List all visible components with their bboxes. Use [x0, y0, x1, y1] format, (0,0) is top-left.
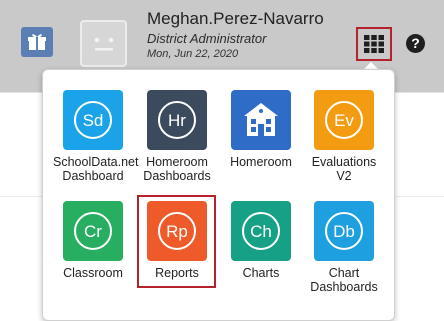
app-label-line1: Homeroom [230, 155, 292, 169]
grid-icon [364, 35, 384, 53]
app-icon: Ev [314, 90, 374, 150]
app-tile-classroom[interactable]: Cr Classroom [53, 201, 133, 280]
apps-menu-button[interactable] [356, 27, 392, 61]
app-label-line1: SchoolData.net [53, 155, 139, 169]
app-label-line2: V2 [336, 169, 352, 183]
app-icon: Rp [147, 201, 207, 261]
app-label: Homeroom Dashboards [137, 155, 217, 183]
current-date: Mon, Jun 22, 2020 [147, 48, 239, 60]
app-tile-evaluations-v2[interactable]: Ev Evaluations V2 [304, 90, 384, 183]
app-icon: Sd [63, 90, 123, 150]
app-label: Charts [221, 266, 301, 280]
user-name: Meghan.Perez-Navarro [147, 9, 324, 28]
user-role: District Administrator [147, 31, 267, 46]
app-label-line1: Homeroom [146, 155, 208, 169]
app-label-line1: Classroom [63, 266, 123, 280]
avatar-face-icon [94, 37, 113, 50]
app-tile-charts[interactable]: Ch Charts [221, 201, 301, 280]
gift-button[interactable] [21, 27, 53, 57]
ch-circle-icon: Ch [242, 212, 280, 250]
school-building-icon [244, 103, 278, 136]
app-label-line1: Charts [242, 266, 280, 280]
rp-circle-icon: Rp [158, 212, 196, 250]
app-label-line1: Reports [155, 266, 199, 280]
cr-circle-icon: Cr [74, 212, 112, 250]
app-label: Homeroom [221, 155, 301, 169]
app-label-line2: Dashboards [143, 169, 211, 183]
app-icon: Hr [147, 90, 207, 150]
app-label: Reports [137, 266, 217, 280]
app-tile-homeroom-dashboards[interactable]: Hr Homeroom Dashboards [137, 90, 217, 183]
app-icon: Cr [63, 201, 123, 261]
app-label: Chart Dashboards [304, 266, 384, 294]
app-label-line1: Chart [328, 266, 360, 280]
ev-circle-icon: Ev [325, 101, 363, 139]
app-label: Evaluations V2 [304, 155, 384, 183]
app-tile-schooldata-dashboard[interactable]: Sd SchoolData.net Dashboard [53, 90, 139, 183]
app-icon [231, 90, 291, 150]
app-tile-homeroom[interactable]: Homeroom [221, 90, 301, 169]
app-label: SchoolData.net Dashboard [53, 155, 139, 183]
help-button[interactable]: ? [406, 34, 425, 53]
app-tile-chart-dashboards[interactable]: Db Chart Dashboards [304, 201, 384, 294]
sd-circle-icon: Sd [74, 101, 112, 139]
app-label-line2: Dashboard [62, 169, 124, 183]
gift-icon [28, 34, 46, 50]
db-circle-icon: Db [325, 212, 363, 250]
app-icon: Ch [231, 201, 291, 261]
app-label-line1: Evaluations [311, 155, 377, 169]
app-label: Classroom [53, 266, 133, 280]
app-label-line2: Dashboards [310, 280, 378, 294]
app-tile-reports[interactable]: Rp Reports [137, 201, 217, 280]
app-icon: Db [314, 201, 374, 261]
hr-circle-icon: Hr [158, 101, 196, 139]
avatar[interactable] [80, 20, 127, 67]
